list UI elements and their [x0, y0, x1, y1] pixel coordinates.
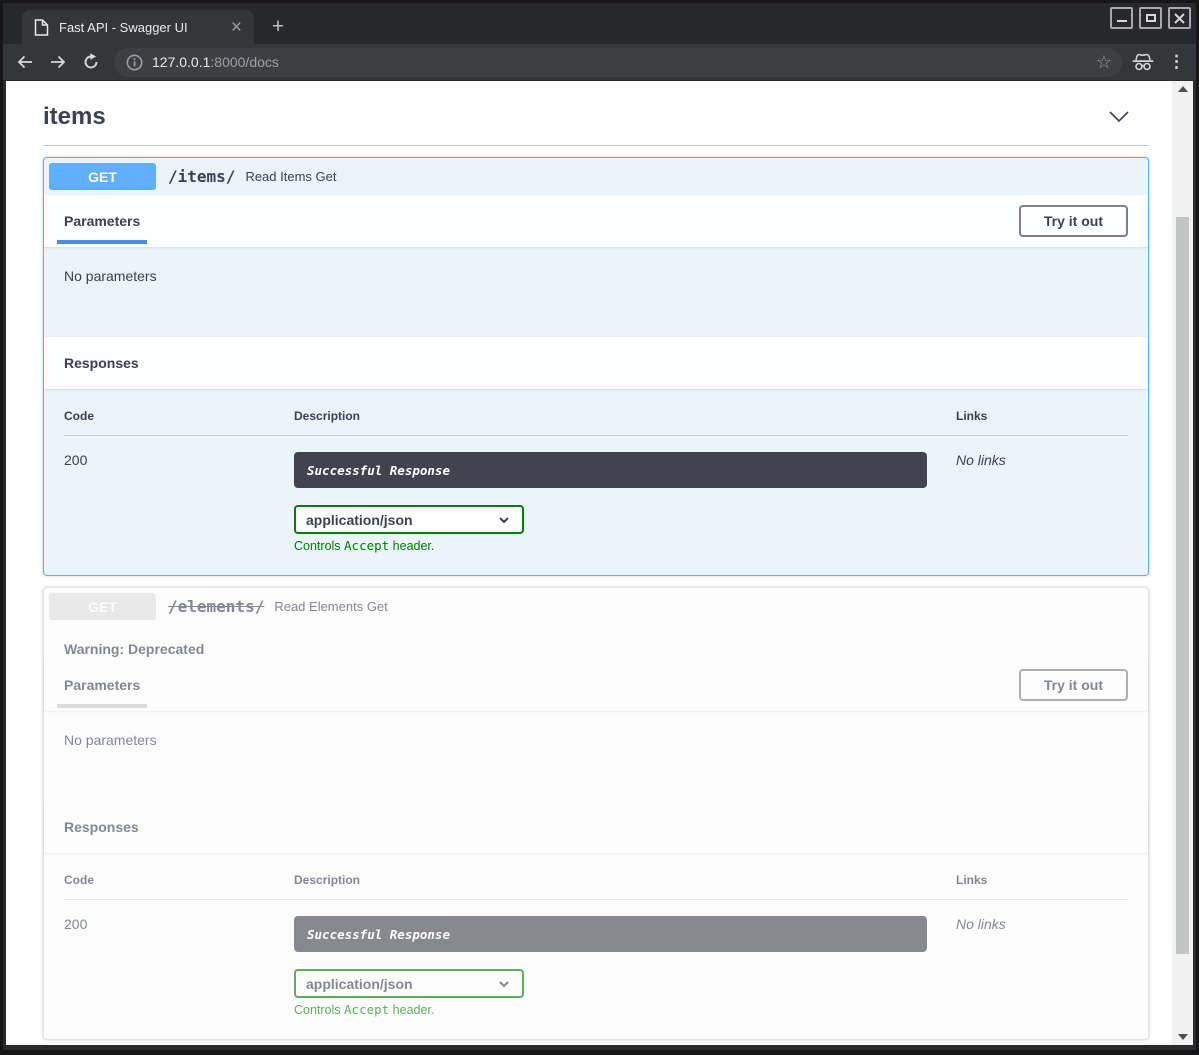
opblock-get-elements-deprecated: GET /elements/ Read Elements Get Warning…: [43, 587, 1149, 1040]
response-row: 200 Successful Response application/json…: [64, 900, 1128, 1017]
window-minimize-button[interactable]: [1110, 7, 1133, 29]
responses-table: Code Description Links 200 Successful Re…: [44, 853, 1148, 1039]
minimize-icon: [1117, 20, 1127, 22]
scrollbar-thumb[interactable]: [1176, 217, 1189, 954]
forward-button[interactable]: [47, 51, 69, 73]
window-maximize-button[interactable]: [1139, 7, 1162, 29]
try-it-out-button[interactable]: Try it out: [1019, 205, 1128, 237]
note-suffix: header.: [389, 1003, 434, 1017]
reload-icon: [81, 52, 101, 72]
method-badge: GET: [49, 163, 156, 190]
try-it-out-button[interactable]: Try it out: [1019, 669, 1128, 701]
note-code: Accept: [344, 538, 389, 553]
responses-title: Responses: [64, 355, 139, 371]
tab-title: Fast API - Swagger UI: [59, 20, 227, 35]
browser-menu-icon[interactable]: ⋮: [1168, 52, 1191, 72]
triangle-up-icon: [1178, 86, 1188, 92]
bookmark-star-icon[interactable]: ☆: [1096, 53, 1112, 71]
note-suffix: header.: [389, 539, 434, 553]
triangle-down-icon: [1178, 1034, 1188, 1040]
note-prefix: Controls: [294, 1003, 344, 1017]
response-row: 200 Successful Response application/json…: [64, 436, 1128, 553]
address-bar[interactable]: 127.0.0.1:8000/docs ☆: [114, 48, 1122, 77]
deprecated-warning: Warning: Deprecated: [44, 625, 1148, 659]
chevron-down-icon[interactable]: [1107, 109, 1131, 126]
operation-summary: Read Items Get: [245, 169, 336, 184]
response-description-box: Successful Response: [294, 916, 927, 952]
select-chevron-icon: [496, 512, 512, 528]
parameters-header: Parameters Try it out: [44, 195, 1148, 247]
status-code: 200: [64, 916, 294, 1017]
links-value: No links: [956, 452, 1128, 553]
page-file-icon: [34, 19, 49, 36]
responses-table: Code Description Links 200 Successful Re…: [44, 389, 1148, 575]
media-type-value: application/json: [306, 976, 413, 992]
toolbar-right: ⋮: [1130, 52, 1191, 72]
description-cell: Successful Response application/json Con…: [294, 452, 956, 553]
note-code: Accept: [344, 1002, 389, 1017]
url-path: :8000/docs: [210, 54, 279, 70]
operation-summary: Read Elements Get: [274, 599, 387, 614]
opblock-summary[interactable]: GET /items/ Read Items Get: [44, 158, 1148, 195]
new-tab-button[interactable]: +: [265, 15, 291, 41]
forward-arrow-icon: [48, 52, 68, 72]
scrollbar-down-arrow[interactable]: [1172, 1029, 1193, 1045]
responses-header: Responses: [44, 337, 1148, 389]
window-controls: [1110, 7, 1191, 29]
tab-parameters[interactable]: Parameters: [64, 213, 140, 229]
no-parameters-text: No parameters: [44, 247, 1148, 337]
swagger-page: items GET /items/ Read Items Get Paramet…: [6, 81, 1193, 1045]
opblock-summary[interactable]: GET /elements/ Read Elements Get: [44, 588, 1148, 625]
note-prefix: Controls: [294, 539, 344, 553]
url-text: 127.0.0.1:8000/docs: [152, 54, 279, 70]
status-code: 200: [64, 452, 294, 553]
site-info-icon[interactable]: [126, 54, 143, 71]
responses-header: Responses: [44, 801, 1148, 853]
operation-path: /elements/: [168, 597, 264, 616]
back-arrow-icon: [15, 52, 35, 72]
browser-tab[interactable]: Fast API - Swagger UI ×: [22, 10, 254, 44]
col-header-description: Description: [294, 409, 956, 423]
close-icon: [1174, 13, 1185, 24]
media-type-select[interactable]: application/json: [294, 969, 524, 998]
reload-button[interactable]: [80, 51, 102, 73]
media-type-value: application/json: [306, 512, 413, 528]
tag-title: items: [43, 103, 106, 131]
media-type-select[interactable]: application/json: [294, 505, 524, 534]
col-header-description: Description: [294, 873, 956, 887]
window-close-button[interactable]: [1168, 7, 1191, 29]
browser-titlebar: Fast API - Swagger UI × +: [3, 3, 1196, 44]
browser-toolbar: 127.0.0.1:8000/docs ☆ ⋮: [3, 44, 1196, 81]
col-header-code: Code: [64, 873, 294, 887]
col-header-code: Code: [64, 409, 294, 423]
col-header-links: Links: [956, 873, 1128, 887]
back-button[interactable]: [14, 51, 36, 73]
tab-close-icon[interactable]: ×: [227, 18, 246, 37]
url-host: 127.0.0.1: [152, 54, 210, 70]
operation-path: /items/: [168, 167, 235, 186]
browser-window: Fast API - Swagger UI × + 127.0.0.1:8000…: [0, 0, 1199, 1055]
tab-parameters[interactable]: Parameters: [64, 677, 140, 693]
parameters-header: Parameters Try it out: [44, 659, 1148, 711]
responses-title: Responses: [64, 819, 139, 835]
response-description-box: Successful Response: [294, 452, 927, 488]
method-badge: GET: [49, 593, 156, 620]
page-scrollbar[interactable]: [1172, 81, 1193, 1045]
scrollbar-up-arrow[interactable]: [1172, 81, 1193, 97]
no-parameters-text: No parameters: [44, 711, 1148, 801]
description-cell: Successful Response application/json Con…: [294, 916, 956, 1017]
links-value: No links: [956, 916, 1128, 1017]
incognito-icon: [1130, 52, 1156, 72]
select-chevron-icon: [496, 976, 512, 992]
maximize-icon: [1146, 14, 1156, 22]
tag-section-header[interactable]: items: [43, 91, 1149, 146]
opblock-get-items: GET /items/ Read Items Get Parameters Tr…: [43, 157, 1149, 576]
controls-accept-note: Controls Accept header.: [294, 538, 956, 553]
col-header-links: Links: [956, 409, 1128, 423]
controls-accept-note: Controls Accept header.: [294, 1002, 956, 1017]
